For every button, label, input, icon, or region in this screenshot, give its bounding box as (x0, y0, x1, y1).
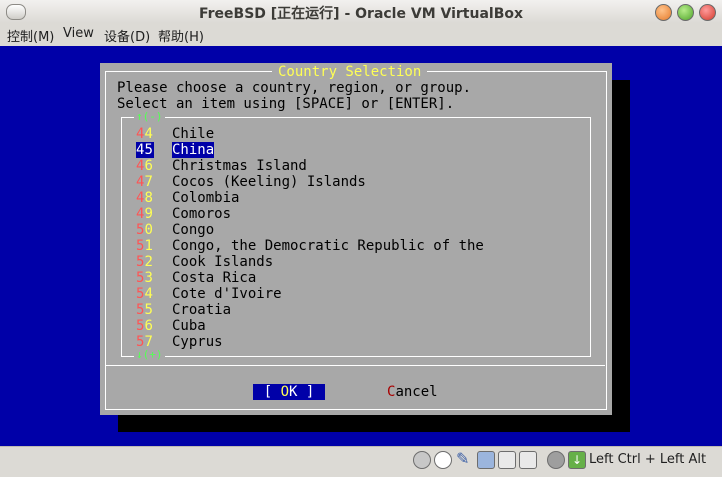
scroll-down-indicator: ↓(+) (134, 348, 165, 361)
list-item[interactable]: 53 Costa Rica (136, 270, 256, 286)
optical-drive-icon[interactable] (434, 451, 452, 469)
title-bar: FreeBSD [正在运行] - Oracle VM VirtualBox (0, 0, 722, 24)
list-item[interactable]: 54 Cote d'Ivoire (136, 286, 282, 302)
ok-button[interactable]: [ OK ] (253, 384, 325, 400)
window-title: FreeBSD [正在运行] - Oracle VM VirtualBox (198, 6, 524, 22)
menu-bar: 控制(M) View 设备(D) 帮助(H) (0, 23, 722, 45)
country-selection-dialog: Country Selection Please choose a countr… (100, 63, 612, 415)
menu-help[interactable]: 帮助(H) (158, 26, 204, 45)
hard-disk-icon[interactable] (413, 451, 431, 469)
list-item[interactable]: 46 Christmas Island (136, 158, 307, 174)
list-item[interactable]: 50 Congo (136, 222, 214, 238)
display-icon[interactable] (519, 451, 537, 469)
list-item[interactable]: 48 Colombia (136, 190, 239, 206)
list-item[interactable]: 49 Comoros (136, 206, 231, 222)
shared-folders-icon[interactable] (498, 451, 516, 469)
button-separator (105, 365, 605, 366)
menu-view[interactable]: View (63, 26, 94, 41)
list-item-selected[interactable]: 45 China (136, 142, 215, 158)
prompt-line-1: Please choose a country, region, or grou… (117, 80, 472, 96)
maximize-button[interactable] (677, 4, 694, 21)
usb-icon[interactable]: ✎ (456, 451, 472, 467)
list-item[interactable]: 47 Cocos (Keeling) Islands (136, 174, 366, 190)
close-button[interactable] (699, 4, 716, 21)
host-key-label: Left Ctrl + Left Alt (589, 452, 707, 467)
host-key-icon[interactable]: ↓ (568, 451, 586, 469)
menu-devices[interactable]: 设备(D) (104, 26, 150, 45)
scroll-up-indicator: ↑(-) (134, 110, 165, 123)
mouse-integration-icon[interactable] (547, 451, 565, 469)
minimize-button[interactable] (655, 4, 672, 21)
network-icon[interactable] (477, 451, 495, 469)
country-list[interactable]: ↑(-) 44 Chile 45 China 46 Christmas Island … (121, 111, 591, 361)
list-item[interactable]: 55 Croatia (136, 302, 231, 318)
cancel-button[interactable]: Cancel (387, 384, 438, 400)
list-item[interactable]: 56 Cuba (136, 318, 206, 334)
list-item[interactable]: 51 Congo, the Democratic Republic of the (136, 238, 484, 254)
vm-display[interactable]: Country Selection Please choose a countr… (0, 46, 722, 446)
status-bar: ✎ ↓ Left Ctrl + Left Alt (0, 446, 722, 477)
menu-control[interactable]: 控制(M) (7, 26, 54, 45)
list-item[interactable]: 44 Chile (136, 126, 214, 142)
list-item[interactable]: 52 Cook Islands (136, 254, 273, 270)
prompt-line-2: Select an item using [SPACE] or [ENTER]. (117, 96, 455, 112)
dialog-title: Country Selection (272, 64, 428, 80)
